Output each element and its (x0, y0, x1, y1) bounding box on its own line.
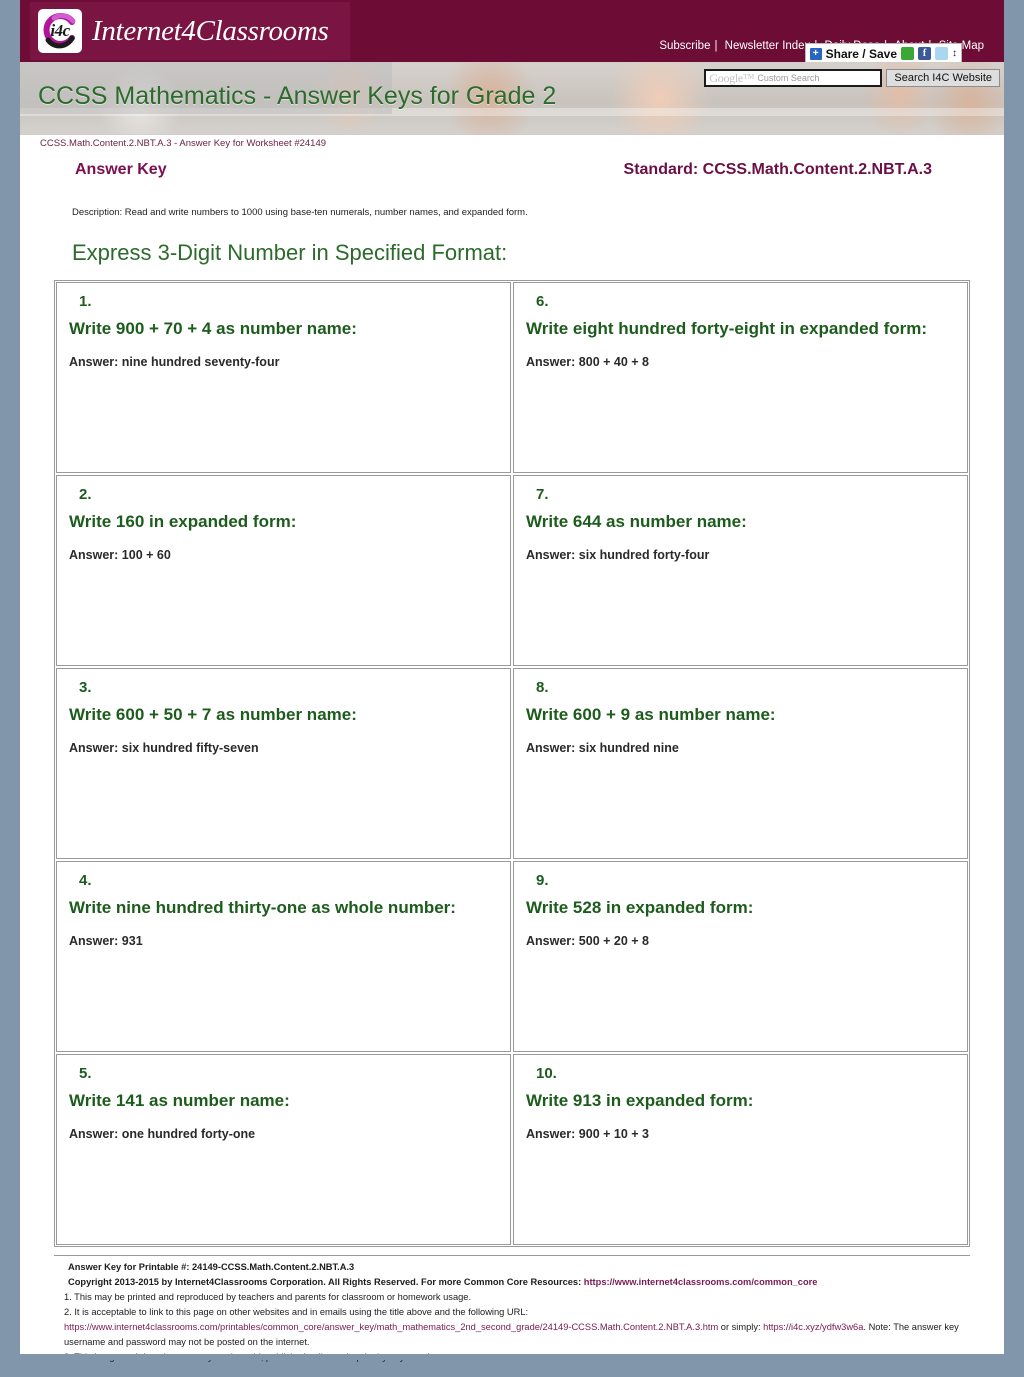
i4c-logo-icon: i4c (38, 9, 82, 53)
nav-item-newsletter-index[interactable]: Newsletter Index (723, 40, 813, 52)
share-generic-icon[interactable] (901, 47, 914, 60)
footer-copyright-text: Copyright 2013-2015 by Internet4Classroo… (68, 1277, 584, 1288)
search-placeholder: Custom Search (757, 73, 820, 83)
question-number: 1. (79, 293, 92, 310)
footer-copyright: Copyright 2013-2015 by Internet4Classroo… (54, 1275, 970, 1290)
question-answer: Answer: six hundred fifty-seven (69, 741, 259, 756)
google-brand-label: Google (709, 70, 743, 85)
question-text: Write 644 as number name: (526, 512, 747, 531)
question-text: Write 600 + 50 + 7 as number name: (69, 705, 357, 724)
footer-term-1: 1. This may be printed and reproduced by… (64, 1292, 472, 1303)
search-input[interactable]: Google™ Custom Search (704, 69, 883, 87)
nav-separator: | (714, 40, 718, 52)
question-answer: Answer: 900 + 10 + 3 (526, 1127, 649, 1142)
share-save-widget[interactable]: + Share / Save f ↕ (804, 43, 962, 62)
share-plus-icon: + (809, 47, 822, 60)
question-number: 3. (79, 679, 92, 696)
question-number: 9. (536, 872, 549, 889)
question-text: Write 900 + 70 + 4 as number name: (69, 319, 357, 338)
question-answer: Answer: 800 + 40 + 8 (526, 355, 649, 370)
question-text: Write 141 as number name: (69, 1091, 290, 1110)
footer-term-2: 2. It is acceptable to link to this page… (64, 1307, 529, 1318)
question-answer: Answer: nine hundred seventy-four (69, 355, 280, 370)
question-cell: 8. Write 600 + 9 as number name: Answer:… (513, 668, 968, 859)
question-number: 2. (79, 486, 92, 503)
answer-key-label: Answer Key (75, 161, 167, 178)
question-number: 6. (536, 293, 549, 310)
worksheet-section-title: Express 3-Digit Number in Specified Form… (72, 240, 508, 265)
page-title: CCSS Mathematics - Answer Keys for Grade… (38, 82, 557, 110)
question-cell: 4. Write nine hundred thirty-one as whol… (56, 861, 511, 1052)
question-text: Write 528 in expanded form: (526, 898, 754, 917)
question-cell: 9. Write 528 in expanded form: Answer: 5… (513, 861, 968, 1052)
question-cell: 3. Write 600 + 50 + 7 as number name: An… (56, 668, 511, 859)
question-number: 10. (536, 1065, 557, 1082)
question-text: Write nine hundred thirty-one as whole n… (69, 898, 456, 917)
share-expand-icon[interactable]: ↕ (952, 48, 957, 59)
question-answer: Answer: 931 (69, 934, 143, 949)
question-answer: Answer: 500 + 20 + 8 (526, 934, 649, 949)
question-number: 4. (79, 872, 92, 889)
footer-long-url-link[interactable]: https://www.internet4classrooms.com/prin… (64, 1322, 718, 1332)
standard-label: Standard: CCSS.Math.Content.2.NBT.A.3 (623, 161, 932, 178)
i4c-logo-text: i4c (50, 21, 70, 40)
footer-accent-bar (20, 1354, 1004, 1360)
footer-short-url-link[interactable]: https://i4c.xyz/ydfw3w6a (763, 1322, 863, 1332)
page-banner: CCSS Mathematics - Answer Keys for Grade… (20, 62, 1004, 135)
standard-description: Description: Read and write numbers to 1… (72, 207, 528, 218)
answer-key-header-row: Answer Key Standard: CCSS.Math.Content.2… (20, 157, 1004, 191)
footer-common-core-link[interactable]: https://www.internet4classrooms.com/comm… (584, 1277, 818, 1287)
google-brand-text: Google™ (709, 71, 754, 86)
question-text: Write 160 in expanded form: (69, 512, 297, 531)
site-logo[interactable]: i4c Internet4Classrooms (30, 2, 350, 60)
question-answer: Answer: 100 + 60 (69, 548, 171, 563)
question-cell: 6. Write eight hundred forty-eight in ex… (513, 282, 968, 473)
question-number: 8. (536, 679, 549, 696)
twitter-icon[interactable] (935, 47, 948, 60)
question-text: Write eight hundred forty-eight in expan… (526, 319, 928, 338)
question-number: 7. (536, 486, 549, 503)
breadcrumb: CCSS.Math.Content.2.NBT.A.3 - Answer Key… (40, 138, 327, 149)
question-text: Write 600 + 9 as number name: (526, 705, 776, 724)
question-number: 5. (79, 1065, 92, 1082)
question-grid: 1. Write 900 + 70 + 4 as number name: An… (54, 280, 970, 1247)
printable-page: i4c Internet4Classrooms Subscribe | Newsl… (20, 0, 1004, 1362)
footer-term-2-urls: https://www.internet4classrooms.com/prin… (54, 1320, 970, 1350)
facebook-icon[interactable]: f (918, 47, 931, 60)
site-header-bar: i4c Internet4Classrooms Subscribe | Newsl… (20, 0, 1004, 62)
question-cell: 2. Write 160 in expanded form: Answer: 1… (56, 475, 511, 666)
google-trademark-icon: ™ (742, 70, 755, 85)
question-cell: 5. Write 141 as number name: Answer: one… (56, 1054, 511, 1245)
question-cell: 10. Write 913 in expanded form: Answer: … (513, 1054, 968, 1245)
question-cell: 7. Write 644 as number name: Answer: six… (513, 475, 968, 666)
nav-item-subscribe[interactable]: Subscribe (657, 40, 712, 52)
question-text: Write 913 in expanded form: (526, 1091, 754, 1110)
question-answer: Answer: six hundred forty-four (526, 548, 710, 563)
question-cell: 1. Write 900 + 70 + 4 as number name: An… (56, 282, 511, 473)
share-save-label: Share / Save (825, 46, 897, 61)
footer-printable-id: Answer Key for Printable #: 24149-CCSS.M… (68, 1262, 355, 1272)
site-search: Google™ Custom Search Search I4C Website (704, 69, 1000, 87)
page-footer: Answer Key for Printable #: 24149-CCSS.M… (54, 1255, 970, 1365)
site-logo-wordmark: Internet4Classrooms (92, 14, 329, 47)
search-submit-button[interactable]: Search I4C Website (886, 69, 1000, 87)
question-answer: Answer: six hundred nine (526, 741, 679, 756)
question-answer: Answer: one hundred forty-one (69, 1127, 256, 1142)
footer-url-connector: or simply: (718, 1322, 764, 1333)
